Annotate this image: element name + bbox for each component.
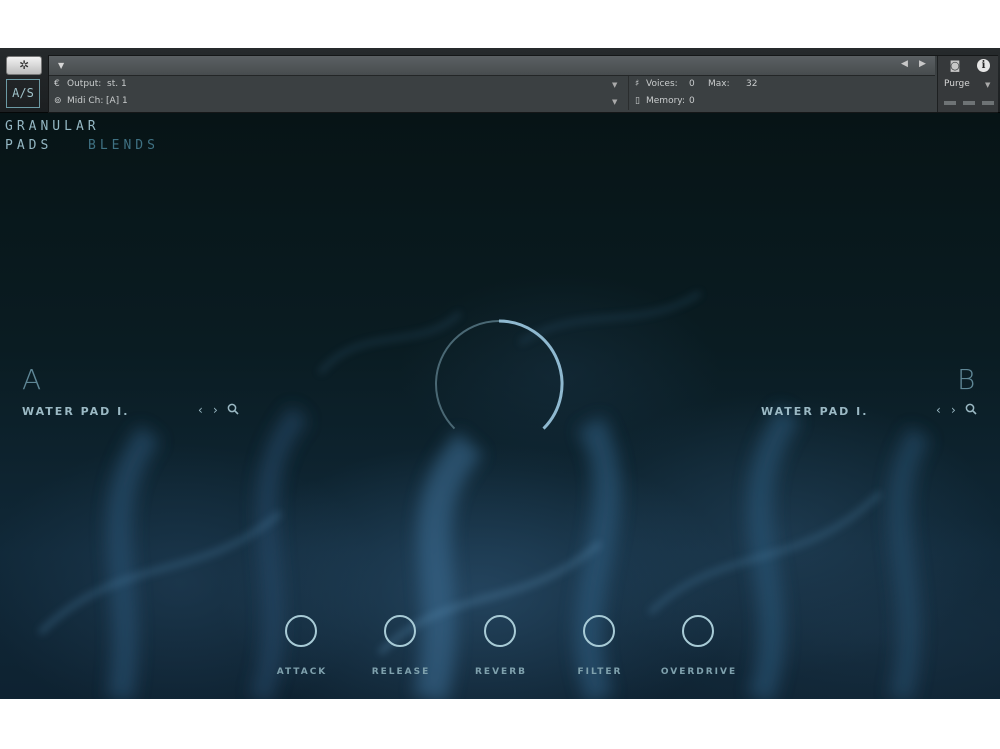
slot-a-prev-icon[interactable]: ‹ bbox=[198, 403, 203, 417]
gear-icon[interactable]: ✲ bbox=[6, 56, 42, 75]
output-icon: € bbox=[54, 79, 60, 89]
release-knob[interactable] bbox=[384, 615, 416, 647]
instrument-header: ✲ A/S ▼ ◀ ▶ € Output: st. 1 ▼ ♯ Voices: … bbox=[0, 48, 1000, 113]
midi-channel-value[interactable]: [A] 1 bbox=[106, 96, 128, 106]
slot-b-search-icon[interactable] bbox=[965, 403, 977, 418]
max-label: Max: bbox=[708, 79, 730, 89]
instrument-panel: GRANULAR PADS BLENDS A WATER PAD I. ‹ › … bbox=[0, 113, 1000, 699]
output-dropdown-icon[interactable]: ▼ bbox=[612, 81, 617, 89]
overdrive-knob[interactable] bbox=[682, 615, 714, 647]
reverb-knob[interactable] bbox=[484, 615, 516, 647]
filter-knob[interactable] bbox=[583, 615, 615, 647]
brand-title-line2: PADS bbox=[5, 138, 53, 153]
info-icon[interactable]: i bbox=[977, 59, 990, 72]
slot-a-letter: A bbox=[22, 363, 42, 396]
max-voices-value[interactable]: 32 bbox=[746, 79, 757, 89]
memory-value: 0 bbox=[689, 96, 695, 106]
slot-b-patch-name[interactable]: WATER PAD I. bbox=[761, 405, 868, 418]
slot-b-letter: B bbox=[957, 363, 976, 396]
blend-knob-value-arc bbox=[498, 319, 564, 430]
divider bbox=[628, 76, 629, 93]
level-meter bbox=[982, 101, 994, 105]
slot-b-prev-icon[interactable]: ‹ bbox=[936, 403, 941, 417]
memory-icon: ▯ bbox=[635, 96, 640, 106]
instrument-title-bar[interactable]: ▼ ◀ ▶ bbox=[49, 56, 935, 76]
slot-a-patch-name[interactable]: WATER PAD I. bbox=[22, 405, 129, 418]
overdrive-label: OVERDRIVE bbox=[660, 667, 738, 677]
slot-b-next-icon[interactable]: › bbox=[951, 403, 956, 417]
reverb-label: REVERB bbox=[475, 667, 527, 677]
release-label: RELEASE bbox=[371, 667, 431, 677]
output-row: € Output: st. 1 ▼ ♯ Voices: 0 Max: 32 bbox=[49, 76, 935, 93]
kontakt-instrument: ✲ A/S ▼ ◀ ▶ € Output: st. 1 ▼ ♯ Voices: … bbox=[0, 48, 1000, 699]
memory-label: Memory: bbox=[646, 96, 685, 106]
instrument-slot: ▼ ◀ ▶ € Output: st. 1 ▼ ♯ Voices: 0 Max:… bbox=[48, 55, 998, 113]
output-label: Output: bbox=[67, 79, 102, 89]
purge-dropdown-icon[interactable]: ▼ bbox=[985, 81, 990, 89]
slot-a-next-icon[interactable]: › bbox=[213, 403, 218, 417]
midi-dropdown-icon[interactable]: ▼ bbox=[612, 98, 617, 106]
filter-label: FILTER bbox=[577, 667, 623, 677]
midi-row: ⊚ Midi Ch: [A] 1 ▼ ▯ Memory: 0 bbox=[49, 93, 935, 110]
midi-label: Midi Ch: bbox=[67, 96, 104, 106]
output-value[interactable]: st. 1 bbox=[107, 79, 127, 89]
level-meter bbox=[944, 101, 956, 105]
prev-instrument-icon[interactable]: ◀ bbox=[901, 59, 908, 69]
divider bbox=[628, 93, 629, 110]
as-button[interactable]: A/S bbox=[6, 79, 40, 108]
blend-knob[interactable] bbox=[429, 318, 569, 443]
slot-a-search-icon[interactable] bbox=[227, 403, 239, 418]
attack-knob[interactable] bbox=[285, 615, 317, 647]
next-instrument-icon[interactable]: ▶ bbox=[919, 59, 926, 69]
level-meter bbox=[963, 101, 975, 105]
brand-title-line3: BLENDS bbox=[88, 138, 159, 153]
voices-icon: ♯ bbox=[635, 79, 640, 89]
purge-button[interactable]: Purge bbox=[944, 79, 970, 89]
chevron-down-icon[interactable]: ▼ bbox=[58, 61, 64, 70]
voices-value: 0 bbox=[689, 79, 695, 89]
camera-icon[interactable]: ◙ bbox=[942, 59, 968, 72]
midi-icon: ⊚ bbox=[54, 96, 62, 106]
slot-controls: ◙ i Purge ▼ bbox=[937, 56, 998, 112]
brand-title-line1: GRANULAR bbox=[5, 119, 100, 134]
attack-label: ATTACK bbox=[276, 667, 328, 677]
voices-label: Voices: bbox=[646, 79, 678, 89]
